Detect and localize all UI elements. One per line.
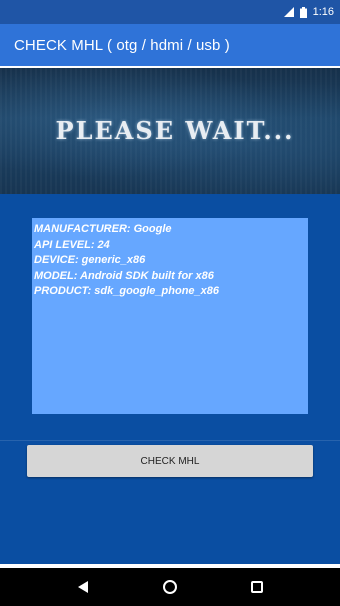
please-wait-banner: PLEASE WAIT... [0,68,340,194]
device-info-box: MANUFACTURER: Google API LEVEL: 24 DEVIC… [32,218,308,414]
app-title: CHECK MHL ( otg / hdmi / usb ) [14,36,230,54]
app-bar: CHECK MHL ( otg / hdmi / usb ) [0,24,340,66]
info-product: PRODUCT: sdk_google_phone_x86 [34,285,219,297]
back-icon[interactable] [68,572,98,602]
info-model: MODEL: Android SDK built for x86 [34,269,214,282]
check-mhl-button[interactable]: CHECK MHL [27,445,313,477]
recents-icon[interactable] [242,572,272,602]
main-content: PLEASE WAIT... MANUFACTURER: Google API … [0,66,340,564]
home-icon[interactable] [155,572,185,602]
signal-icon [283,7,294,17]
status-bar: 1:16 [0,0,340,24]
navigation-bar [0,568,340,606]
banner-text: PLEASE WAIT... [55,116,295,145]
info-api-level: API LEVEL: 24 [34,238,110,251]
divider [0,440,340,441]
status-time: 1:16 [312,6,334,18]
battery-icon [299,6,307,18]
info-device: DEVICE: generic_x86 [34,254,146,266]
info-manufacturer: MANUFACTURER: Google [34,223,172,235]
